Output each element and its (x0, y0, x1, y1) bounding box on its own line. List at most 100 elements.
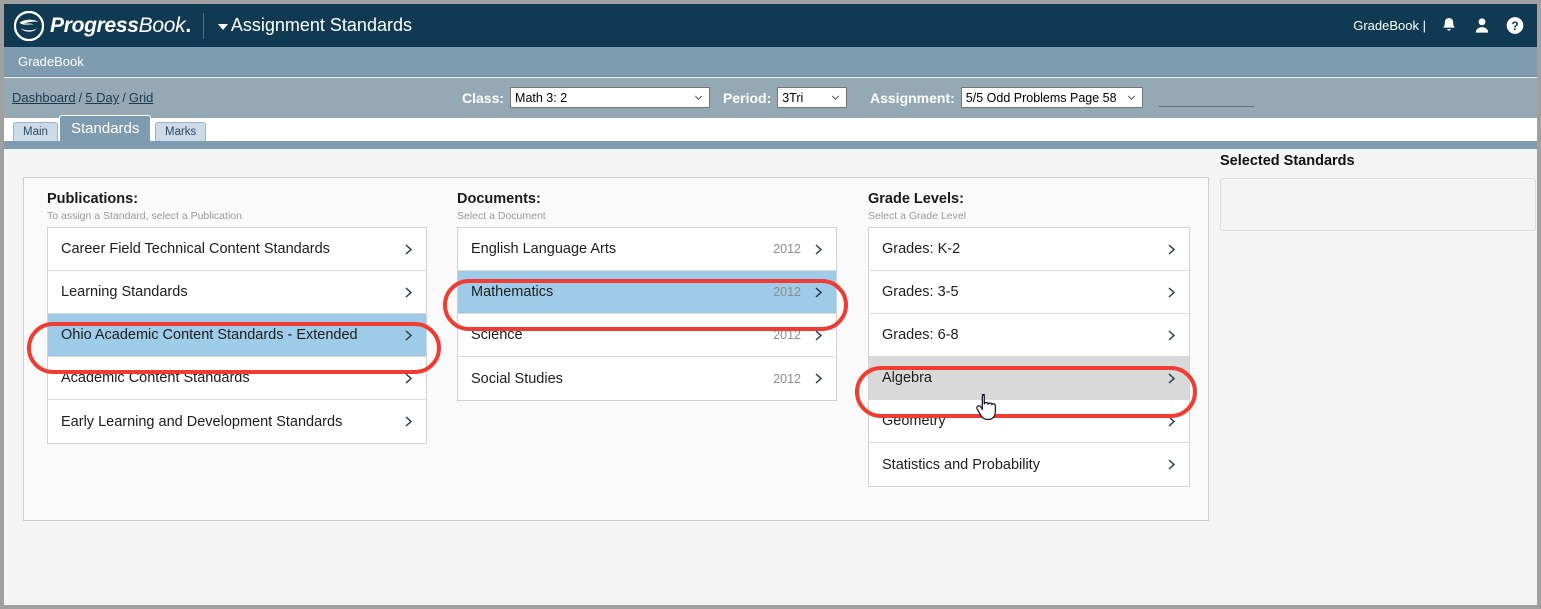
tab-marks[interactable]: Marks (155, 122, 207, 141)
document-year: 2012 (773, 371, 801, 386)
chevron-right-icon (815, 286, 823, 298)
brand-logo[interactable]: ProgressBook. (4, 10, 191, 41)
tab-standards[interactable]: Standards (59, 115, 152, 141)
publication-label: Career Field Technical Content Standards (61, 241, 330, 257)
chevron-right-icon (405, 372, 413, 384)
publication-row-selected[interactable]: Ohio Academic Content Standards - Extend… (48, 314, 426, 357)
grade-level-row[interactable]: Grades: 3-5 (869, 271, 1189, 314)
selector-underline-accent (1159, 106, 1254, 107)
main-content: Publications: To assign a Standard, sele… (4, 149, 1537, 605)
publication-row[interactable]: Learning Standards (48, 271, 426, 314)
chevron-right-icon (405, 243, 413, 255)
brand-name: ProgressBook. (50, 14, 191, 38)
period-select[interactable]: 3Tri (777, 87, 848, 108)
context-selector-bar: Dashboard/5 Day / Grid Class: Math 3: 2 Pe… (4, 78, 1537, 118)
grade-levels-hint: Select a Grade Level (868, 210, 967, 222)
chevron-down-icon (832, 95, 840, 100)
chevron-down-icon (695, 95, 703, 100)
chevron-right-icon (1168, 286, 1176, 298)
document-year: 2012 (773, 285, 801, 299)
breadcrumb-item-5-day[interactable]: 5 Day (85, 90, 119, 105)
svg-text:?: ? (1511, 20, 1518, 33)
progressbook-swoosh-icon (14, 10, 44, 41)
publication-label: Ohio Academic Content Standards - Extend… (61, 327, 358, 343)
class-select-value: Math 3: 2 (515, 90, 568, 105)
chevron-down-icon (1127, 95, 1135, 100)
brand-name-light: Book (138, 13, 186, 37)
publications-title: Publications: (47, 191, 139, 207)
grade-level-label: Grades: K-2 (882, 241, 961, 257)
caret-down-icon (217, 23, 228, 30)
grade-level-row[interactable]: Grades: K-2 (869, 228, 1189, 271)
period-selector-group: Period: 3Tri (723, 87, 848, 108)
tab-active-underbar (4, 141, 1537, 149)
grade-level-label: Geometry (882, 413, 946, 429)
help-icon[interactable]: ? (1505, 15, 1525, 36)
selected-standards-title: Selected Standards (1220, 153, 1355, 169)
grade-levels-list: Grades: K-2 Grades: 3-5 Grades: 6-8 Alge… (868, 227, 1190, 487)
publication-row[interactable]: Early Learning and Development Standards (48, 400, 426, 443)
publication-row[interactable]: Academic Content Standards (48, 357, 426, 400)
grade-level-label: Grades: 3-5 (882, 284, 959, 300)
grade-levels-column: Grade Levels: Select a Grade Level Grade… (868, 191, 1190, 487)
document-label: English Language Arts (471, 241, 617, 257)
chevron-right-icon (1168, 415, 1176, 427)
publication-label: Early Learning and Development Standards (61, 413, 343, 430)
page-title-menu[interactable]: Assignment Standards (217, 15, 412, 36)
publication-label: Academic Content Standards (61, 370, 250, 386)
grade-level-row[interactable]: Grades: 6-8 (869, 314, 1189, 357)
page-title: Assignment Standards (230, 15, 412, 35)
class-selector-label: Class: (462, 89, 505, 106)
period-selector-label: Period: (723, 89, 772, 106)
breadcrumb-item-grid[interactable]: Grid (129, 90, 154, 105)
publications-hint: To assign a Standard, select a Publicati… (47, 210, 242, 222)
chevron-right-icon (1168, 329, 1176, 341)
module-bar: GradeBook (4, 47, 1537, 77)
chevron-right-icon (815, 243, 823, 255)
breadcrumb-separator: / (78, 90, 83, 105)
grade-level-label: Algebra (882, 370, 932, 386)
documents-list: English Language Arts 2012 Mathematics 2… (457, 227, 837, 401)
bell-icon[interactable] (1439, 15, 1459, 36)
document-label: Science (471, 327, 523, 343)
documents-title: Documents: (457, 191, 541, 207)
assignment-select[interactable]: 5/5 Odd Problems Page 58 (960, 87, 1143, 108)
chevron-right-icon (405, 329, 413, 341)
chevron-right-icon (1168, 372, 1176, 384)
publication-label: Learning Standards (61, 284, 188, 300)
class-select[interactable]: Math 3: 2 (510, 87, 711, 108)
period-select-value: 3Tri (782, 90, 804, 105)
assignment-selector-label: Assignment: (870, 89, 955, 106)
document-row[interactable]: Social Studies 2012 (458, 357, 836, 400)
user-icon[interactable] (1472, 15, 1492, 36)
selected-standards-box[interactable] (1220, 178, 1536, 231)
publication-row[interactable]: Career Field Technical Content Standards (48, 228, 426, 271)
document-row[interactable]: English Language Arts 2012 (458, 228, 836, 271)
module-label: GradeBook (18, 54, 84, 69)
documents-hint: Select a Document (457, 210, 546, 222)
grade-level-label: Statistics and Probability (882, 456, 1040, 473)
document-row[interactable]: Science 2012 (458, 314, 836, 357)
top-navigation-bar: ProgressBook. Assignment Standards Grade… (4, 4, 1537, 47)
assignment-select-value: 5/5 Odd Problems Page 58 (965, 90, 1117, 105)
selected-standards-panel: Selected Standards (1220, 149, 1536, 231)
document-label: Social Studies (471, 370, 563, 387)
brand-name-dot: . (185, 13, 191, 37)
header-user-label: GradeBook | (1353, 18, 1426, 33)
tab-standards-label: Standards (71, 120, 140, 137)
breadcrumb-item-dashboard[interactable]: Dashboard (12, 90, 76, 105)
grade-level-row[interactable]: Statistics and Probability (869, 443, 1189, 486)
header-divider (202, 12, 204, 39)
tab-main[interactable]: Main (13, 122, 58, 141)
grade-level-label: Grades: 6-8 (882, 327, 959, 343)
document-label: Mathematics (471, 284, 554, 300)
grade-levels-title: Grade Levels: (868, 191, 964, 207)
grade-level-row-algebra[interactable]: Algebra (869, 357, 1189, 400)
publications-column: Publications: To assign a Standard, sele… (47, 191, 427, 444)
chevron-right-icon (405, 286, 413, 298)
document-row-selected[interactable]: Mathematics 2012 (458, 271, 836, 314)
chevron-right-icon (1168, 459, 1176, 470)
chevron-right-icon (1168, 243, 1176, 255)
grade-level-row[interactable]: Geometry (869, 400, 1189, 443)
brand-name-bold: Progress (50, 13, 139, 37)
